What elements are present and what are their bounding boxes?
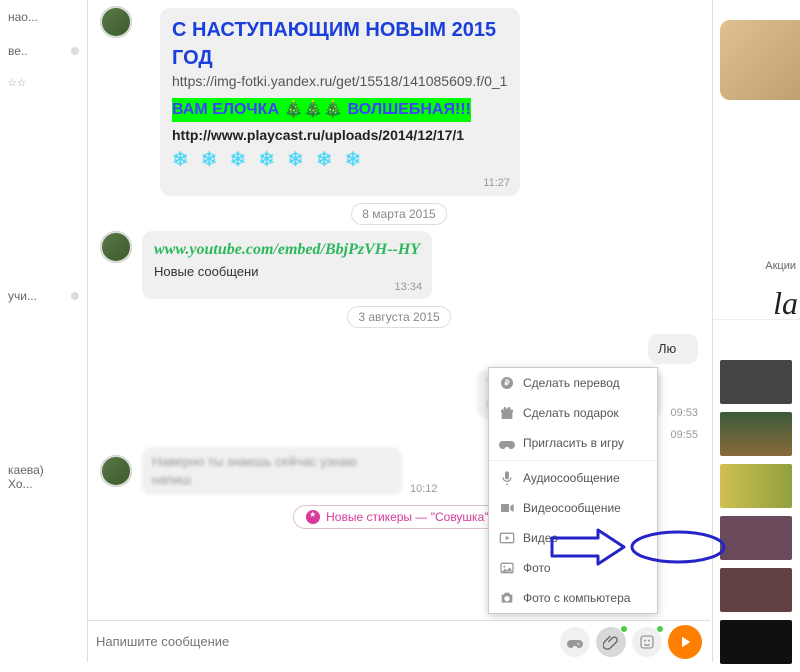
- gamepad-icon: [499, 435, 515, 451]
- image-url-text: https://img-fotki.yandex.ru/get/15518/14…: [172, 72, 508, 92]
- ad-panel[interactable]: Акции la: [713, 0, 800, 320]
- video-play-icon: [499, 530, 515, 546]
- ad-label: Акции: [765, 260, 796, 272]
- ad-image: [720, 20, 800, 100]
- menu-item-video[interactable]: Видео: [489, 523, 657, 553]
- sidebar-item-1[interactable]: нао...: [0, 0, 87, 34]
- sidebar-item-2[interactable]: ве..: [0, 34, 87, 68]
- message-text: Лю: [658, 341, 676, 356]
- message-time: 13:34: [395, 280, 423, 295]
- input-row: [88, 620, 710, 662]
- menu-label: Сделать перевод: [523, 376, 620, 390]
- sidebar-item-label: нао...: [8, 10, 38, 24]
- message-row-outgoing: Лю: [100, 334, 698, 364]
- menu-label: Фото: [523, 561, 551, 575]
- sidebar-item-label: ве..: [8, 44, 28, 58]
- microphone-icon: [499, 470, 515, 486]
- snowflakes-row: ❄❄❄❄❄❄❄: [172, 146, 508, 174]
- menu-label: Фото с компьютера: [523, 591, 630, 605]
- ruble-icon: ₽: [499, 375, 515, 391]
- svg-text:₽: ₽: [504, 379, 509, 388]
- status-dot-icon: [71, 292, 79, 300]
- paperclip-icon: [603, 634, 619, 650]
- highlight-text: ВАМ ЕЛОЧКА 🎄🎄🎄 ВОЛШЕБНАЯ!!!: [172, 98, 471, 122]
- stickers-icon: [306, 510, 320, 524]
- image-icon: [499, 560, 515, 576]
- date-separator: 3 августа 2015: [100, 309, 698, 324]
- menu-label: Аудиосообщение: [523, 471, 620, 485]
- menu-item-invite-game[interactable]: Пригласить в игру: [489, 428, 657, 458]
- message-time: 10:12: [410, 483, 438, 495]
- sidebar-item-label: каева): [8, 463, 44, 477]
- message-bubble: www.youtube.com/embed/BbjPzVH--HY Новые …: [142, 231, 432, 300]
- sidebar-item-4[interactable]: учи...: [0, 279, 87, 313]
- message-row: С НАСТУПАЮЩИМ НОВЫМ 2015 ГОД https://img…: [100, 8, 698, 196]
- message-time: 09:55: [670, 429, 698, 441]
- sidebar-item-label: учи...: [8, 289, 37, 303]
- thumbnail[interactable]: [720, 620, 792, 664]
- message-bubble: Наверно ты знаешь сейчас узнаю напиш: [142, 447, 402, 495]
- attach-button[interactable]: [596, 627, 626, 657]
- notification-dot-icon: [656, 625, 664, 633]
- youtube-link[interactable]: www.youtube.com/embed/BbjPzVH--HY: [154, 239, 420, 261]
- right-panel: Акции la: [712, 0, 800, 662]
- avatar[interactable]: [100, 231, 132, 263]
- highlight-pre: ВАМ ЕЛОЧКА: [172, 101, 283, 118]
- menu-label: Пригласить в игру: [523, 436, 624, 450]
- message-text: Наверно ты знаешь сейчас узнаю напиш: [152, 454, 357, 487]
- thumbnail[interactable]: [720, 516, 792, 560]
- thumbnail[interactable]: [720, 412, 792, 456]
- menu-label: Видеосообщение: [523, 501, 621, 515]
- send-icon: [676, 633, 694, 651]
- avatar[interactable]: [100, 6, 132, 38]
- gift-icon: [499, 405, 515, 421]
- sidebar-item-3[interactable]: ☆☆: [0, 68, 87, 99]
- sidebar-item-label: Хо...: [8, 477, 33, 491]
- menu-label: Сделать подарок: [523, 406, 619, 420]
- games-button[interactable]: [560, 627, 590, 657]
- videocam-icon: [499, 500, 515, 516]
- status-dot-icon: [71, 47, 79, 55]
- date-label: 8 марта 2015: [351, 203, 446, 225]
- sidebar-item-5[interactable]: каева) Хо...: [0, 453, 87, 501]
- send-button[interactable]: [668, 625, 702, 659]
- sticker-button[interactable]: [632, 627, 662, 657]
- message-input[interactable]: [96, 634, 554, 649]
- menu-item-gift[interactable]: Сделать подарок: [489, 398, 657, 428]
- ad-brand: la: [773, 285, 798, 322]
- menu-label: Видео: [523, 531, 558, 545]
- menu-divider: [489, 460, 657, 461]
- avatar[interactable]: [100, 455, 132, 487]
- highlight-post: ВОЛШЕБНАЯ!!!: [343, 101, 471, 118]
- attach-menu: ₽ Сделать перевод Сделать подарок Пригла…: [488, 367, 658, 614]
- message-bubble: Лю: [648, 334, 698, 364]
- thumbnail[interactable]: [720, 568, 792, 612]
- thumbnail[interactable]: [720, 360, 792, 404]
- gamepad-icon: [567, 634, 583, 650]
- smiley-icon: [639, 634, 655, 650]
- thumbnail[interactable]: [720, 464, 792, 508]
- date-label: 3 августа 2015: [347, 306, 450, 328]
- menu-item-photo[interactable]: Фото: [489, 553, 657, 583]
- tree-icon: 🎄🎄🎄: [283, 101, 343, 118]
- stars-icon: ☆☆: [8, 78, 26, 89]
- menu-item-video-message[interactable]: Видеосообщение: [489, 493, 657, 523]
- camera-icon: [499, 590, 515, 606]
- thumbnail-list: [720, 360, 796, 672]
- menu-item-audio-message[interactable]: Аудиосообщение: [489, 463, 657, 493]
- message-time: 11:27: [483, 176, 510, 191]
- chat-area: С НАСТУПАЮЩИМ НОВЫМ 2015 ГОД https://img…: [88, 0, 710, 662]
- greeting-text: С НАСТУПАЮЩИМ НОВЫМ 2015 ГОД: [172, 16, 508, 72]
- playcast-link[interactable]: http://www.playcast.ru/uploads/2014/12/1…: [172, 126, 508, 146]
- message-time: 09:53: [670, 407, 698, 419]
- message-text: Новые сообщени: [154, 263, 420, 281]
- message-row: www.youtube.com/embed/BbjPzVH--HY Новые …: [100, 231, 698, 300]
- date-separator: 8 марта 2015: [100, 206, 698, 221]
- notification-dot-icon: [620, 625, 628, 633]
- message-bubble: С НАСТУПАЮЩИМ НОВЫМ 2015 ГОД https://img…: [160, 8, 520, 196]
- menu-item-transfer[interactable]: ₽ Сделать перевод: [489, 368, 657, 398]
- left-sidebar: нао... ве.. ☆☆ учи... каева) Хо...: [0, 0, 88, 662]
- stickers-label: Новые стикеры — "Совушка"!: [326, 510, 492, 524]
- menu-item-photo-from-computer[interactable]: Фото с компьютера: [489, 583, 657, 613]
